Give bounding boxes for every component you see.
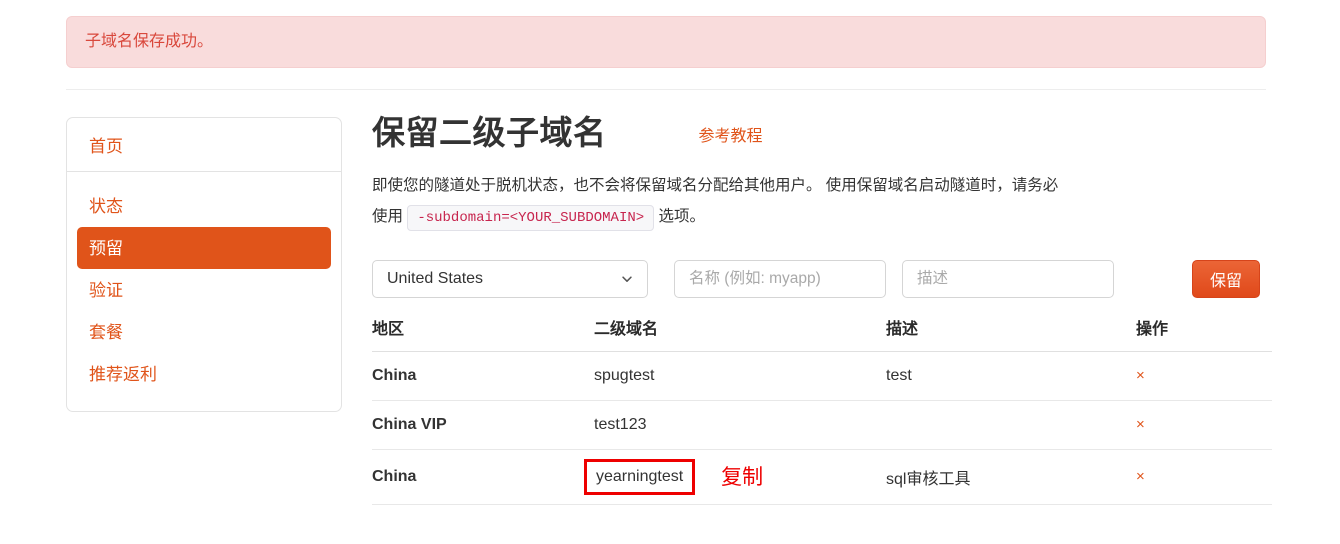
table-header-row: 地区 二级域名 描述 操作 xyxy=(372,315,1272,353)
table-row: China yearningtest 复制 sql审核工具 × xyxy=(372,449,1272,506)
domain-cell-inner: yearningtest 复制 xyxy=(584,459,886,496)
cell-action: × xyxy=(1136,351,1272,402)
page-description: 即使您的隧道处于脱机状态，也不会将保留域名分配给其他用户。 使用保留域名启动隧道… xyxy=(372,170,1072,234)
cell-action: × xyxy=(1136,449,1272,506)
header-divider xyxy=(66,89,1266,90)
reserve-form: United States 保留 xyxy=(372,260,1272,299)
copy-annotation-label: 复制 xyxy=(721,465,764,489)
cell-region: China xyxy=(372,449,594,506)
page-title: 保留二级子域名 xyxy=(372,114,607,151)
tutorial-link[interactable]: 参考教程 xyxy=(699,122,763,146)
cell-domain: test123 xyxy=(594,400,886,451)
cell-region: China xyxy=(372,351,594,402)
cell-region: China VIP xyxy=(372,400,594,451)
column-header-description: 描述 xyxy=(886,315,1136,353)
sidebar-item-verify[interactable]: 验证 xyxy=(77,269,331,311)
column-header-action: 操作 xyxy=(1136,315,1272,353)
sidebar-item-plan[interactable]: 套餐 xyxy=(77,311,331,353)
sidebar-item-label: 预留 xyxy=(89,238,123,258)
column-header-domain: 二级域名 xyxy=(594,315,886,353)
subdomain-description-input[interactable] xyxy=(902,260,1114,299)
sidebar-list: 状态 预留 验证 套餐 推荐返利 xyxy=(67,172,341,411)
cell-description: sql审核工具 xyxy=(886,449,1136,506)
region-select[interactable]: United States xyxy=(372,260,648,299)
table-row: China spugtest test × xyxy=(372,351,1272,402)
reserve-button[interactable]: 保留 xyxy=(1192,260,1260,299)
alert-message: 子域名保存成功。 xyxy=(85,33,214,50)
cell-description xyxy=(886,400,1136,451)
table-row: China VIP test123 × xyxy=(372,400,1272,451)
cell-domain: yearningtest 复制 xyxy=(584,449,886,506)
sidebar-home-label: 首页 xyxy=(89,137,123,156)
delete-icon[interactable]: × xyxy=(1136,416,1145,433)
highlight-annotation-box: yearningtest xyxy=(584,459,696,496)
cell-domain: spugtest xyxy=(594,351,886,402)
sidebar-item-home[interactable]: 首页 xyxy=(67,118,341,172)
subdomain-name-input[interactable] xyxy=(674,260,886,299)
cell-description: test xyxy=(886,351,1136,402)
sidebar-item-label: 状态 xyxy=(89,196,123,216)
delete-icon[interactable]: × xyxy=(1136,468,1145,485)
success-alert: 子域名保存成功。 xyxy=(66,16,1266,68)
table-head: 地区 二级域名 描述 操作 xyxy=(372,315,1272,353)
table-body: China spugtest test × China VIP test123 … xyxy=(372,351,1272,506)
sidebar-item-status[interactable]: 状态 xyxy=(77,185,331,227)
reserved-domains-table: 地区 二级域名 描述 操作 China spugtest test × Chin… xyxy=(372,315,1272,506)
sidebar: 首页 状态 预留 验证 套餐 推荐返利 xyxy=(66,117,342,412)
sidebar-item-reserved[interactable]: 预留 xyxy=(77,227,331,269)
column-header-region: 地区 xyxy=(372,315,594,353)
main-content: 保留二级子域名 参考教程 即使您的隧道处于脱机状态，也不会将保留域名分配给其他用… xyxy=(372,112,1272,506)
cell-action: × xyxy=(1136,400,1272,451)
delete-icon[interactable]: × xyxy=(1136,367,1145,384)
title-row: 保留二级子域名 参考教程 xyxy=(372,112,1272,153)
sidebar-item-label: 推荐返利 xyxy=(89,364,157,384)
sidebar-item-label: 套餐 xyxy=(89,322,123,342)
description-text-after: 选项。 xyxy=(658,208,705,226)
page-root: 子域名保存成功。 首页 状态 预留 验证 套餐 推荐返利 保留二级子域名 参考教… xyxy=(0,0,1340,544)
subdomain-code-snippet: -subdomain=<YOUR_SUBDOMAIN> xyxy=(407,205,655,232)
sidebar-item-label: 验证 xyxy=(89,280,123,300)
region-select-value: United States xyxy=(387,270,484,288)
chevron-down-icon xyxy=(620,272,634,286)
sidebar-item-referral[interactable]: 推荐返利 xyxy=(77,353,331,395)
